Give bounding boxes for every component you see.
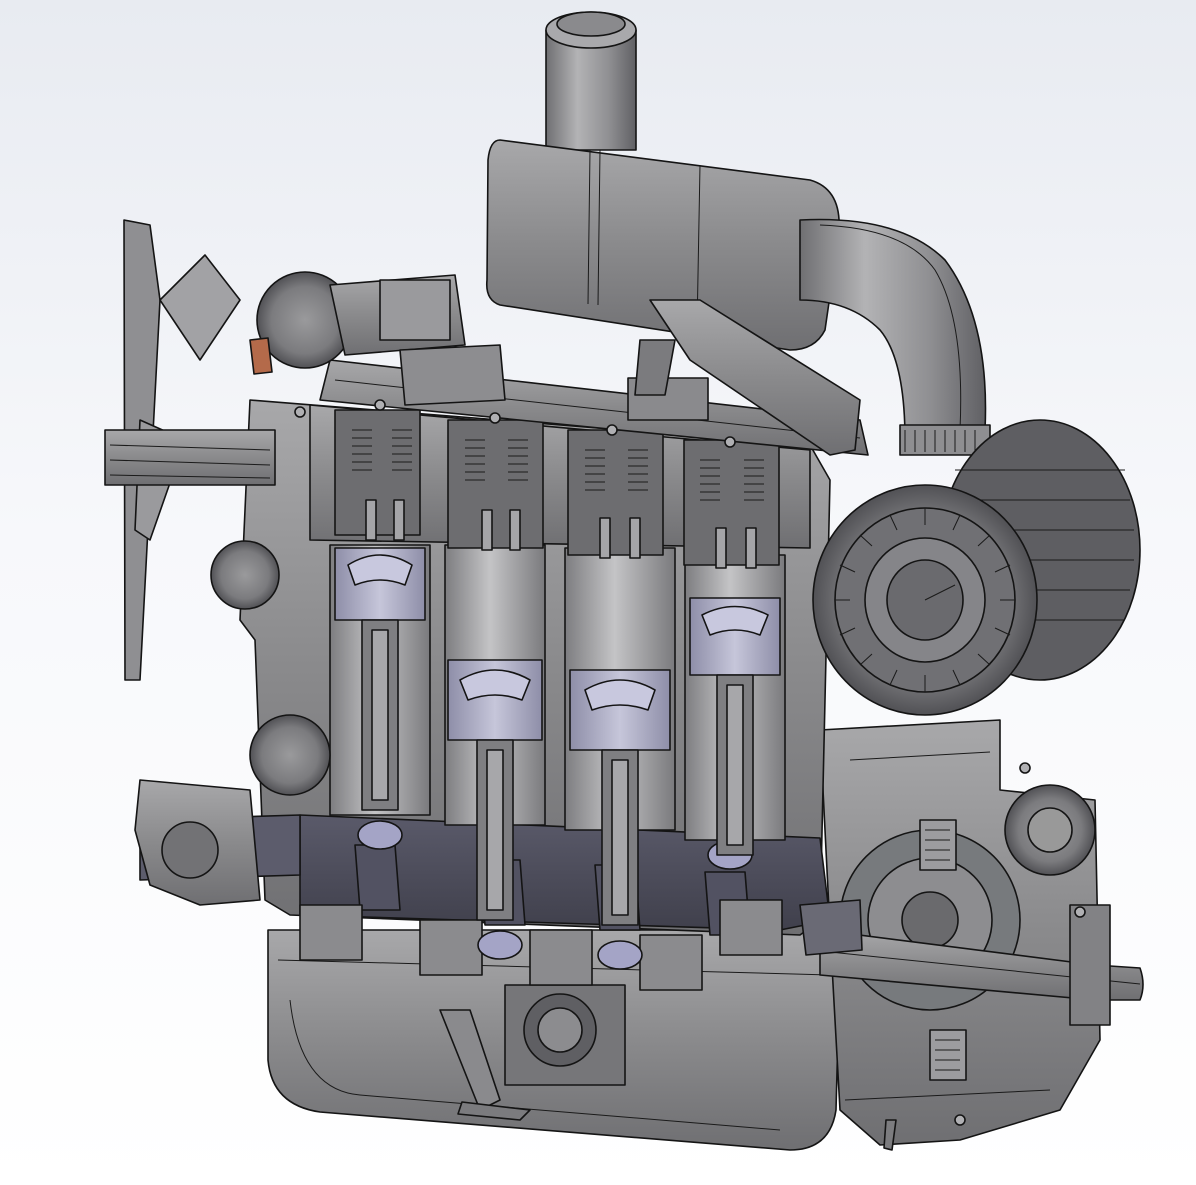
cylinder-1 — [329, 544, 431, 816]
engine-cutaway-render — [104, 11, 1144, 1151]
cylinder-4 — [684, 554, 786, 856]
turbocharger — [812, 419, 1141, 716]
cad-viewport[interactable] — [0, 0, 1196, 1185]
